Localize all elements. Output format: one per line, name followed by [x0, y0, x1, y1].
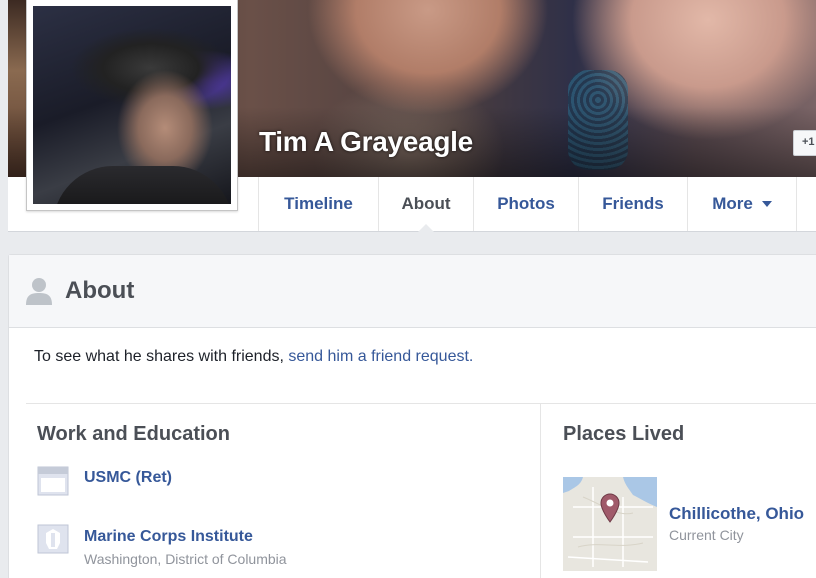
education-entry-location: Washington, District of Columbia: [84, 551, 287, 567]
current-city-label: Current City: [669, 527, 744, 543]
about-card: About To see what he shares with friends…: [8, 254, 816, 578]
add-friend-button[interactable]: +1: [793, 130, 816, 156]
profile-name[interactable]: Tim A Grayeagle: [259, 126, 473, 158]
about-header: About: [9, 255, 816, 328]
map-thumbnail[interactable]: [563, 477, 657, 571]
profile-picture-shoulder: [53, 166, 231, 204]
map-graphic: [563, 477, 657, 571]
nav-divider: [796, 177, 797, 231]
work-entry-name[interactable]: USMC (Ret): [84, 469, 172, 487]
tab-timeline-label: Timeline: [284, 194, 353, 213]
current-city-name[interactable]: Chillicothe, Ohio: [669, 504, 804, 524]
briefcase-icon: [37, 466, 69, 496]
tab-friends-label: Friends: [602, 194, 664, 213]
education-entry-name[interactable]: Marine Corps Institute: [84, 528, 253, 546]
friend-request-notice: To see what he shares with friends, send…: [34, 348, 473, 366]
send-friend-request-link[interactable]: send him a friend request.: [288, 348, 473, 365]
profile-picture[interactable]: [33, 6, 231, 204]
work-education-title: Work and Education: [37, 423, 230, 445]
places-lived-title: Places Lived: [563, 423, 685, 445]
school-icon: [37, 524, 69, 554]
tab-more-label: More: [712, 194, 753, 213]
tab-timeline[interactable]: Timeline: [258, 177, 378, 231]
map-pin-icon: [600, 493, 620, 523]
tab-about[interactable]: About: [378, 177, 473, 232]
tab-more[interactable]: More: [687, 177, 796, 231]
profile-picture-frame[interactable]: [26, 0, 238, 211]
notice-text: To see what he shares with friends,: [34, 348, 289, 365]
tab-photos-label: Photos: [497, 194, 555, 213]
tab-about-label: About: [401, 194, 451, 213]
person-icon: [26, 278, 52, 305]
section-divider: [26, 403, 816, 404]
tab-photos[interactable]: Photos: [473, 177, 578, 231]
about-title: About: [65, 277, 135, 304]
column-divider: [540, 403, 541, 578]
caret-down-icon: [761, 201, 772, 207]
tab-friends[interactable]: Friends: [578, 177, 687, 231]
